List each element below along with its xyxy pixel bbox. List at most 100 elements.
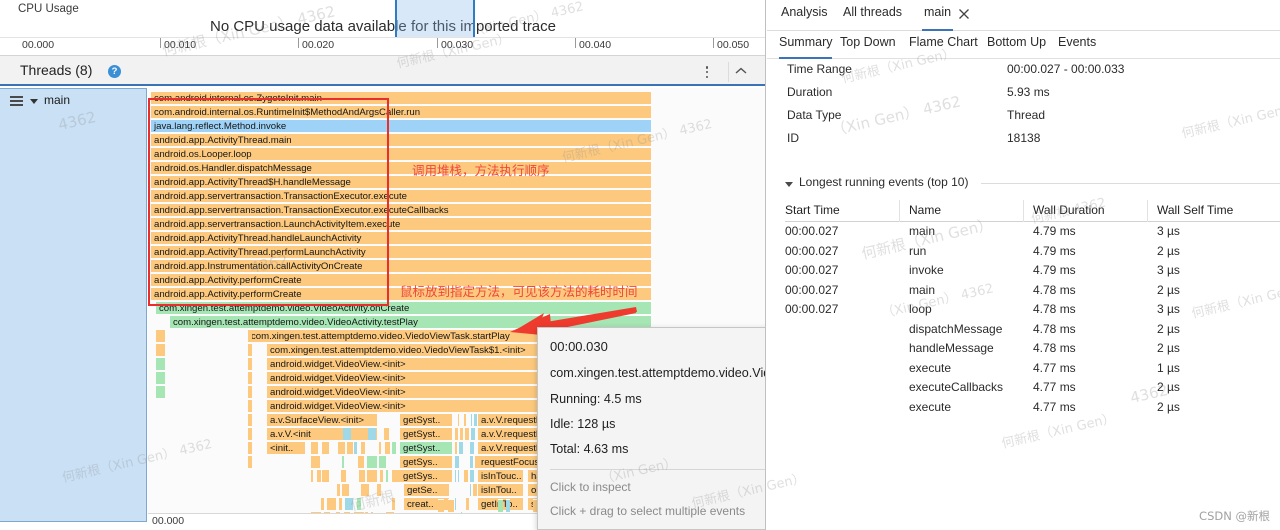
flame-node-narrow[interactable]	[392, 441, 396, 454]
column-header[interactable]: Wall Duration	[1023, 200, 1105, 222]
drag-handle-icon[interactable]	[10, 96, 23, 106]
flame-node[interactable]: android.app.ActivityThread$H.handleMessa…	[151, 175, 651, 188]
flame-node-narrow[interactable]	[338, 441, 345, 454]
flame-node[interactable]: isInTouc..	[478, 469, 523, 482]
flame-node[interactable]: getSyst..	[400, 413, 452, 426]
flame-node-narrow[interactable]	[367, 455, 377, 468]
flame-node-narrow[interactable]	[455, 441, 457, 454]
tab-main[interactable]: main	[922, 5, 954, 31]
flame-node[interactable]: android.app.Instrumentation.callActivity…	[151, 259, 651, 272]
flame-node-narrow[interactable]	[248, 357, 252, 370]
flame-node[interactable]: isInTou..	[478, 483, 523, 496]
flame-node-narrow[interactable]	[248, 455, 252, 468]
flame-node-narrow[interactable]	[455, 455, 459, 468]
table-row[interactable]: dispatchMessage 4.78 ms 2 µs	[785, 320, 1280, 340]
column-header[interactable]: Start Time	[785, 203, 840, 217]
table-row[interactable]: executeCallbacks 4.77 ms 2 µs	[785, 378, 1280, 398]
table-row[interactable]: execute 4.77 ms 2 µs	[785, 398, 1280, 418]
flame-node-narrow[interactable]	[473, 483, 477, 496]
close-icon[interactable]	[958, 8, 970, 20]
flame-node[interactable]: com.android.internal.os.ZygoteInit.main	[151, 91, 651, 104]
flame-node-narrow[interactable]	[458, 469, 459, 482]
column-header[interactable]: Name	[899, 200, 941, 222]
flame-node[interactable]: getSyst..	[400, 441, 452, 454]
flame-node-narrow[interactable]	[339, 497, 342, 510]
flame-node-narrow[interactable]	[342, 455, 344, 468]
flame-node-narrow[interactable]	[471, 427, 475, 440]
flame-node-narrow[interactable]	[367, 469, 377, 482]
flame-node-narrow[interactable]	[317, 469, 321, 482]
table-row[interactable]: 00:00.027 run 4.79 ms 2 µs	[785, 242, 1280, 262]
flame-node[interactable]: android.app.servertransaction.Transactio…	[151, 203, 651, 216]
flame-node[interactable]: android.app.servertransaction.Transactio…	[151, 189, 651, 202]
flame-node[interactable]: android.app.ActivityThread.main	[151, 133, 651, 146]
timeline-ruler[interactable]: 00.000 00.010 00.020 00.030 00.040 00.050	[0, 37, 765, 55]
flame-node-narrow[interactable]	[470, 455, 473, 468]
more-options-icon[interactable]	[700, 64, 714, 80]
flame-node-narrow[interactable]	[156, 371, 165, 384]
flame-node-narrow[interactable]	[377, 483, 381, 496]
flame-node-narrow[interactable]	[361, 483, 369, 496]
flame-node-narrow[interactable]	[343, 427, 351, 440]
flame-node-narrow[interactable]	[464, 469, 468, 482]
flame-node-narrow[interactable]	[311, 427, 318, 440]
flame-node-narrow[interactable]	[347, 441, 353, 454]
flame-node-narrow[interactable]	[464, 413, 466, 426]
flame-node-narrow[interactable]	[475, 455, 478, 468]
flame-node-narrow[interactable]	[248, 385, 252, 398]
flame-node-narrow[interactable]	[438, 499, 444, 512]
flame-node-narrow[interactable]	[156, 385, 165, 398]
flame-node-narrow[interactable]	[248, 427, 252, 440]
flame-node-narrow[interactable]	[392, 469, 400, 482]
flame-node-narrow[interactable]	[498, 499, 503, 512]
flame-node[interactable]: android.os.Looper.loop	[151, 147, 651, 160]
flame-node-narrow[interactable]	[358, 455, 364, 468]
flame-node-narrow[interactable]	[342, 483, 349, 496]
table-row[interactable]: execute 4.77 ms 1 µs	[785, 359, 1280, 379]
flame-node-narrow[interactable]	[156, 357, 165, 370]
longest-running-events-table[interactable]: Start Time Name Wall Duration Wall Self Tim…	[785, 200, 1280, 417]
chevron-down-icon[interactable]	[785, 182, 793, 187]
flame-node-narrow[interactable]	[322, 469, 329, 482]
flame-node-narrow[interactable]	[470, 441, 474, 454]
flame-node[interactable]: a.v.SurfaceView.<init>	[267, 413, 377, 426]
flame-node-narrow[interactable]	[248, 413, 252, 426]
flame-node-narrow[interactable]	[455, 427, 458, 440]
flame-node-narrow[interactable]	[354, 441, 357, 454]
flame-node[interactable]: getSe..	[404, 483, 449, 496]
tab-all-threads[interactable]: All threads	[841, 5, 904, 31]
flame-node[interactable]: com.xingen.test.attemptdemo.video.VideoA…	[156, 301, 651, 314]
flame-node[interactable]: a.v.V.requestF..	[478, 413, 546, 426]
flame-node-narrow[interactable]	[337, 483, 340, 496]
flame-node-narrow[interactable]	[386, 469, 388, 482]
flame-node[interactable]: android.app.ActivityThread.handleLaunchA…	[151, 231, 651, 244]
table-row[interactable]: handleMessage 4.78 ms 2 µs	[785, 339, 1280, 359]
subtab-bottom-up[interactable]: Bottom Up	[987, 35, 1046, 59]
flame-node-narrow[interactable]	[506, 499, 510, 512]
subtab-summary[interactable]: Summary	[779, 35, 833, 59]
table-row[interactable]: 00:00.027 main 4.78 ms 2 µs	[785, 281, 1280, 301]
chevron-down-icon[interactable]	[30, 99, 38, 104]
flame-node[interactable]: android.app.ActivityThread.performLaunch…	[151, 245, 651, 258]
flame-node-narrow[interactable]	[455, 469, 456, 482]
flame-node[interactable]: a.v.V.requestF..	[478, 441, 546, 454]
flame-node[interactable]: getSys..	[400, 469, 452, 482]
flame-node-narrow[interactable]	[322, 427, 330, 440]
flame-node-narrow[interactable]	[455, 497, 456, 510]
flame-node[interactable]: java.lang.reflect.Method.invoke	[151, 119, 651, 132]
flame-node[interactable]: <init..	[267, 441, 305, 454]
flame-node-narrow[interactable]	[361, 441, 365, 454]
flame-node[interactable]: android.app.servertransaction.LaunchActi…	[151, 217, 651, 230]
flame-node-narrow[interactable]	[327, 497, 336, 510]
flame-node-narrow[interactable]	[474, 413, 477, 426]
flame-node-narrow[interactable]	[379, 455, 386, 468]
flame-node-narrow[interactable]	[357, 497, 361, 510]
flame-node-narrow[interactable]	[156, 343, 165, 356]
flame-node-narrow[interactable]	[392, 497, 395, 510]
flame-node[interactable]: getSys..	[400, 455, 452, 468]
flame-node[interactable]: requestFocusI..	[478, 455, 546, 468]
flame-node-narrow[interactable]	[470, 483, 471, 496]
flame-node-narrow[interactable]	[448, 499, 454, 512]
help-icon[interactable]: ?	[108, 65, 121, 78]
flame-node[interactable]: com.android.internal.os.RuntimeInit$Meth…	[151, 105, 651, 118]
